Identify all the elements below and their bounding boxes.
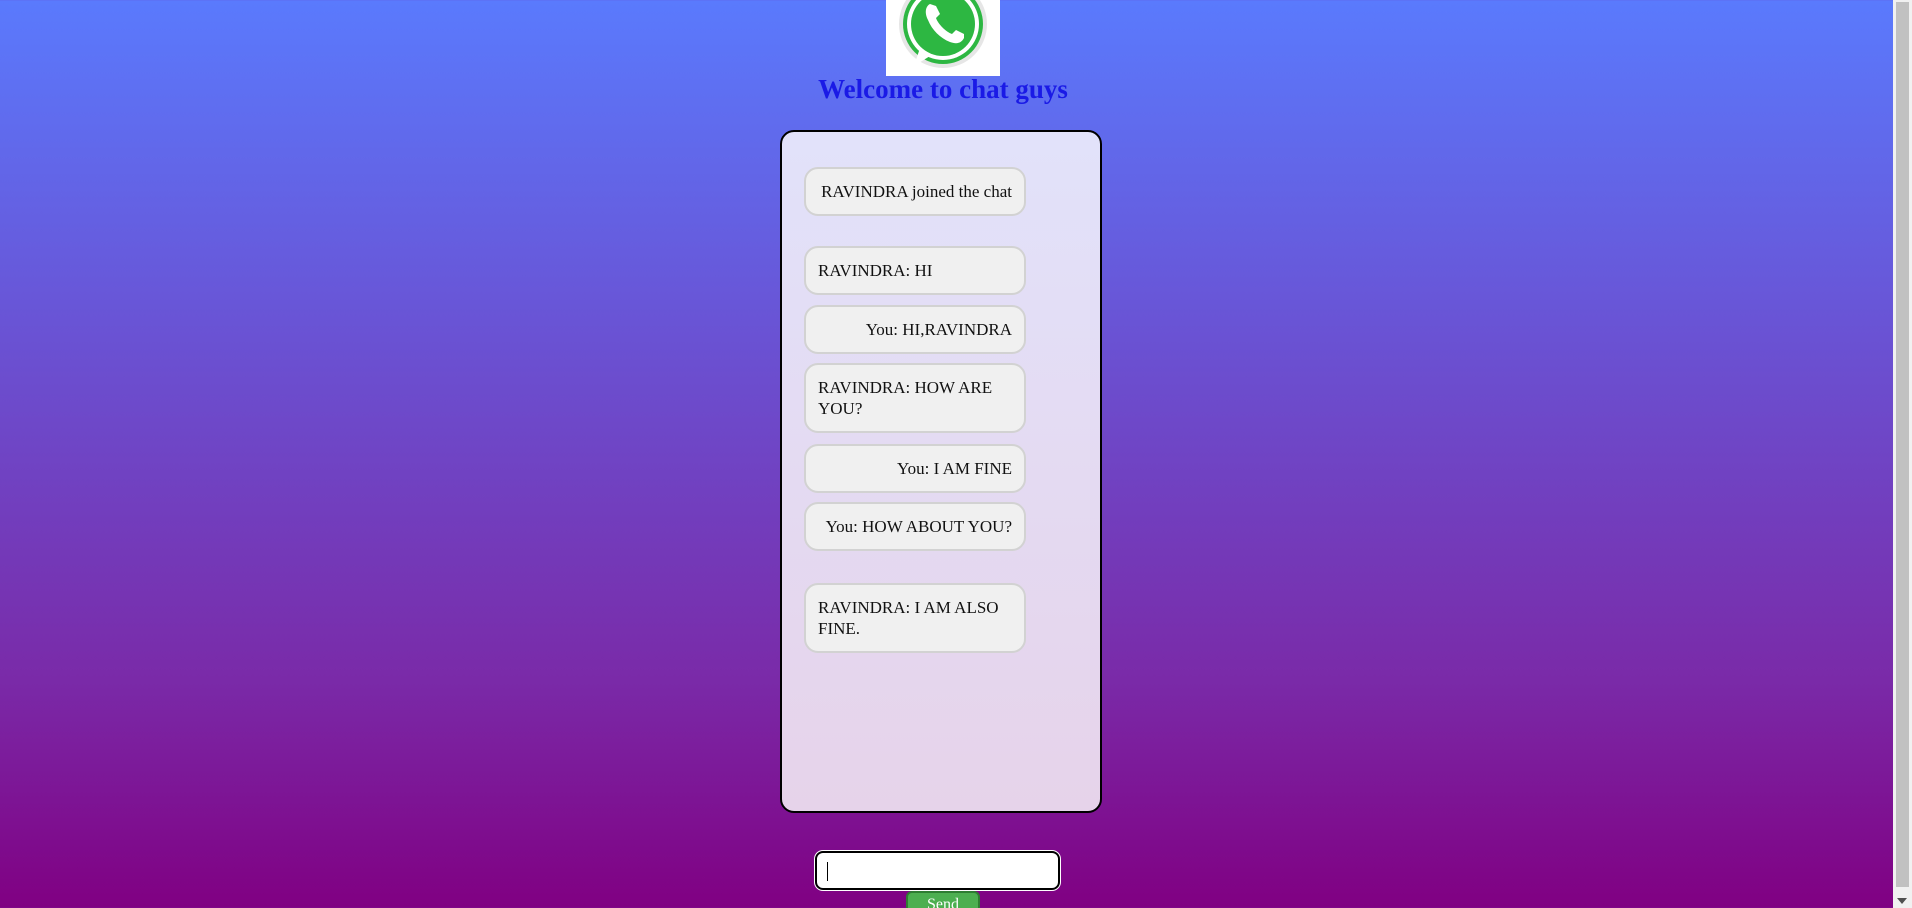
chat-message: You: I AM FINE	[804, 444, 1026, 493]
scroll-down-arrow-icon[interactable]	[1897, 898, 1907, 904]
chat-message: You: HOW ABOUT YOU?	[804, 502, 1026, 551]
chat-message: RAVINDRA: HI	[804, 246, 1026, 295]
chat-message-list[interactable]: RAVINDRA joined the chat RAVINDRA: HI Yo…	[780, 130, 1102, 813]
message-input[interactable]	[817, 853, 1058, 888]
send-button[interactable]: Send	[906, 891, 980, 908]
vertical-scrollbar[interactable]	[1893, 0, 1912, 908]
whatsapp-icon	[886, 0, 1000, 76]
scrollbar-thumb[interactable]	[1896, 2, 1909, 887]
chat-message: RAVINDRA: I AM ALSO FINE.	[804, 583, 1026, 653]
page-title: Welcome to chat guys	[818, 74, 1068, 104]
chat-message: RAVINDRA joined the chat	[804, 167, 1026, 216]
chat-page: Welcome to chat guys RAVINDRA joined the…	[0, 0, 1893, 908]
text-caret	[827, 862, 828, 881]
chat-message: RAVINDRA: HOW ARE YOU?	[804, 363, 1026, 433]
chat-message: You: HI,RAVINDRA	[804, 305, 1026, 354]
message-input-wrapper[interactable]	[815, 851, 1060, 890]
